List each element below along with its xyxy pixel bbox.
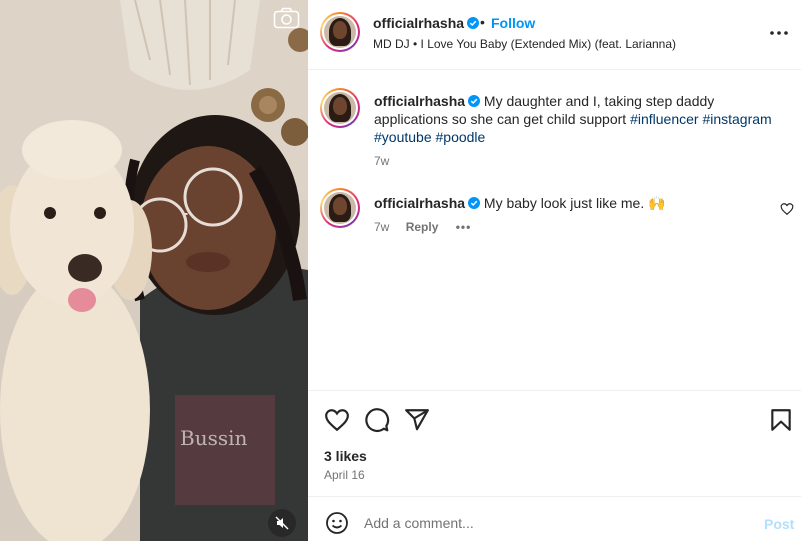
comment-avatar[interactable] [320, 188, 360, 228]
hashtag-link[interactable]: #influencer [630, 111, 699, 127]
comment-input[interactable] [364, 509, 744, 537]
caption-meta: 7w [374, 154, 389, 168]
comment-username[interactable]: officialrhasha [374, 195, 465, 211]
emoji-icon[interactable] [325, 511, 349, 535]
bookmark-icon[interactable] [768, 407, 794, 433]
caption-username[interactable]: officialrhasha [374, 93, 465, 109]
like-count[interactable]: 3 likes [324, 448, 367, 464]
author-username[interactable]: officialrhasha [373, 15, 480, 31]
comment-meta: 7w Reply ••• [374, 220, 471, 234]
reply-button[interactable]: Reply [406, 220, 439, 234]
audio-track-link[interactable]: MD DJ • I Love You Baby (Extended Mix) (… [373, 37, 676, 51]
hashtag-link[interactable]: #poodle [436, 129, 486, 145]
comment-like-icon[interactable] [780, 202, 794, 216]
speaker-muted-icon [275, 516, 289, 530]
comment-age[interactable]: 7w [374, 220, 389, 234]
verified-badge-icon [467, 17, 480, 29]
follow-button[interactable]: Follow [491, 15, 535, 31]
hashtag-link[interactable]: #youtube [374, 129, 432, 145]
post-header: officialrhasha • Follow MD DJ • I Love Y… [308, 0, 801, 70]
hashtag-link[interactable]: #instagram [702, 111, 771, 127]
author-username-link[interactable]: officialrhasha [373, 15, 464, 31]
comment-text: officialrhasha My baby look just like me… [374, 194, 779, 212]
author-avatar[interactable] [320, 12, 360, 52]
caption-avatar[interactable] [320, 88, 360, 128]
verified-badge-icon [468, 197, 481, 209]
post-media[interactable]: Bussin [0, 0, 308, 541]
post-date[interactable]: April 16 [324, 468, 365, 482]
svg-text:Bussin: Bussin [180, 426, 248, 450]
header-separator: • [480, 14, 485, 30]
post-photo: Bussin [0, 0, 308, 541]
caption-text: officialrhasha My daughter and I, taking… [374, 92, 779, 146]
mute-toggle-button[interactable] [268, 509, 296, 537]
comment-body: My baby look just like me. 🙌 [483, 195, 666, 211]
comment-composer: Post [308, 496, 801, 541]
heart-icon[interactable] [324, 407, 350, 433]
camera-icon[interactable] [273, 7, 300, 29]
more-options-button[interactable] [768, 22, 790, 44]
more-options-icon [770, 31, 788, 35]
comment-icon[interactable] [364, 407, 390, 433]
comment-more-button[interactable]: ••• [456, 220, 472, 234]
share-icon[interactable] [404, 407, 430, 433]
post-comment-button[interactable]: Post [764, 516, 794, 532]
verified-badge-icon [468, 95, 481, 107]
caption-age[interactable]: 7w [374, 154, 389, 168]
post-sidebar: officialrhasha • Follow MD DJ • I Love Y… [308, 0, 801, 541]
post-actions: 3 likes April 16 Post [308, 390, 801, 541]
